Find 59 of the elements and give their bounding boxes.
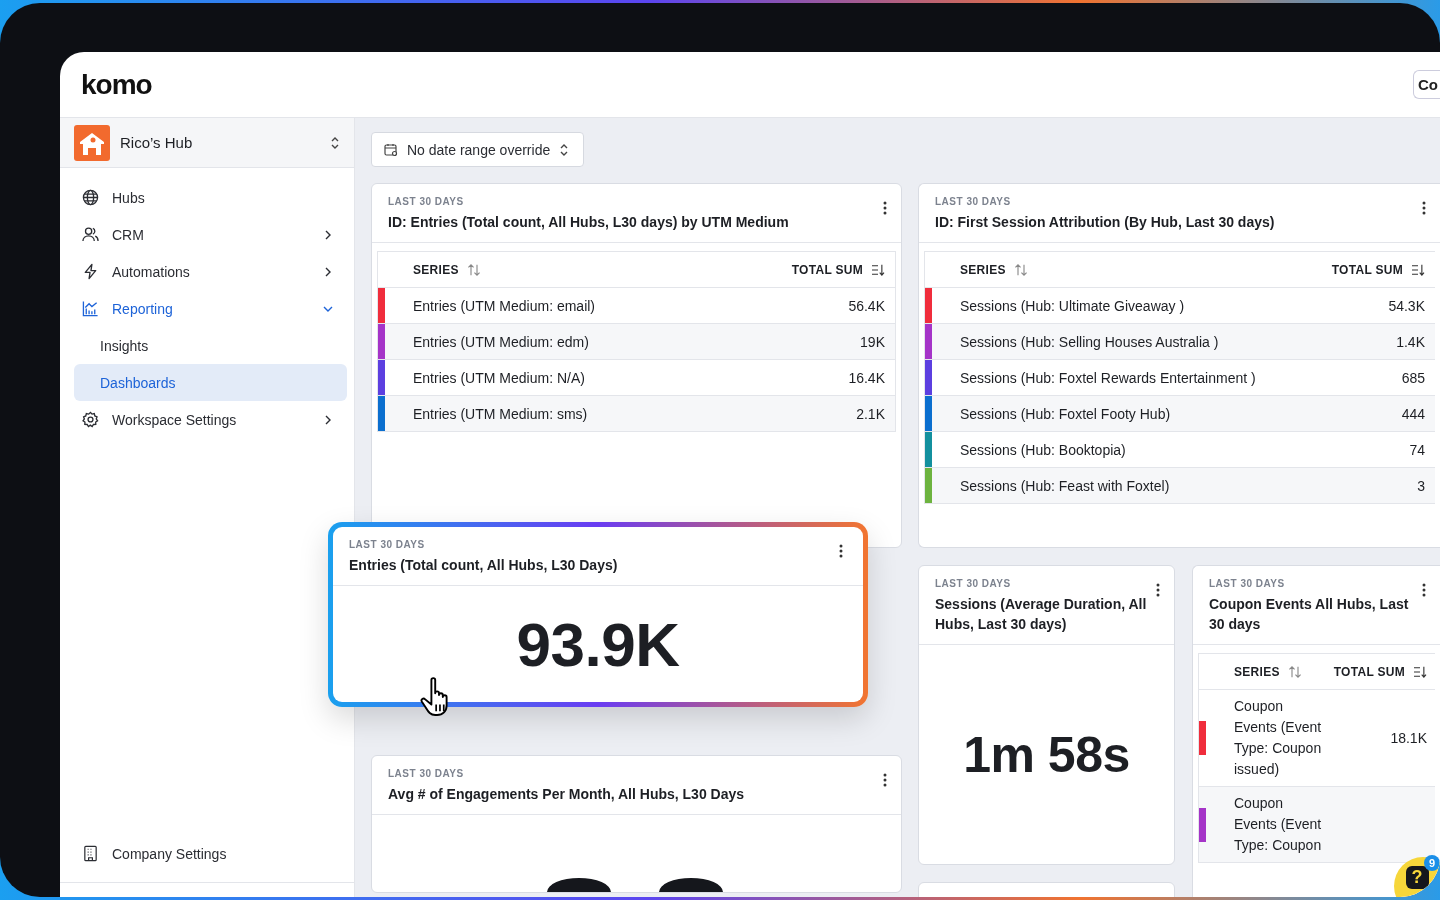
header-button[interactable]: Co: [1413, 70, 1440, 99]
nav-item[interactable]: Company Settings: [60, 835, 247, 872]
total-cell: 18.1K: [1390, 730, 1427, 746]
nav-item[interactable]: Automations: [60, 253, 354, 290]
logo[interactable]: komo: [81, 68, 152, 101]
total-cell: 54.3K: [1388, 297, 1425, 314]
total-cell: 56.4K: [848, 297, 885, 314]
card-title: Sessions (Average Duration, All Hubs, Last 30 days): [935, 595, 1148, 634]
metric-value: 93.9K: [516, 608, 680, 680]
series-cell: Sessions (Hub: Selling Houses Australia ): [960, 333, 1219, 350]
column-header[interactable]: TOTAL SUM: [791, 262, 863, 277]
total-cell: 19K: [860, 333, 885, 350]
nav-item[interactable]: Reporting: [60, 290, 354, 327]
total-cell: 444: [1401, 405, 1425, 422]
notification-badge: 9: [1424, 855, 1440, 871]
period-label: LAST 30 DAYS: [935, 196, 1012, 207]
column-header[interactable]: SERIES: [1234, 664, 1280, 679]
report-card[interactable]: LAST 30 DAYS Sessions (Average Duration, All Hubs, Last 30 days) 1m 58s: [918, 565, 1175, 865]
column-header[interactable]: TOTAL SUM: [1331, 262, 1403, 277]
series-cell: Sessions (Hub: Booktopia): [960, 441, 1126, 458]
card-title: ID: Entries (Total count, All Hubs, L30 days) by UTM Medium: [388, 213, 789, 232]
column-header[interactable]: SERIES: [960, 262, 1006, 277]
total-cell: 685: [1401, 369, 1425, 386]
series-cell: Sessions (Hub: Foxtel Rewards Entertainment ): [960, 369, 1256, 386]
dragged-report-card[interactable]: LAST 30 DAYS Entries (Total count, All Hubs, L30 Days) 93.9K: [328, 522, 868, 707]
nav-subitem[interactable]: Insights: [74, 327, 347, 364]
column-header[interactable]: SERIES: [413, 262, 459, 277]
series-cell-text: Coupon Events (Event Type: Coupon issued): [1234, 697, 1323, 779]
series-cell: Sessions (Hub: Feast with Foxtel): [960, 477, 1170, 494]
column-header[interactable]: TOTAL SUM: [1333, 664, 1405, 679]
report-card[interactable]: LAST 30 DAYS Avg # of Engagements Per Month, All Hubs, L30 Days: [371, 755, 902, 893]
total-cell: 3: [1417, 477, 1425, 494]
card-title: Entries (Total count, All Hubs, L30 Days): [349, 556, 618, 575]
total-cell: 16.4K: [848, 369, 885, 386]
total-cell: 74: [1409, 441, 1425, 458]
series-cell: Entries (UTM Medium: email): [413, 297, 596, 314]
series-cell: Entries (UTM Medium: N/A): [413, 369, 585, 386]
total-cell: 1.4K: [1396, 333, 1425, 350]
series-cell-text: Coupon Events (Event Type: Coupon: [1234, 794, 1323, 855]
period-label: LAST 30 DAYS: [349, 539, 426, 550]
period-label: LAST 30 DAYS: [388, 196, 465, 207]
period-label: LAST 30 DAYS: [935, 578, 1012, 589]
card-title: Avg # of Engagements Per Month, All Hubs, L30 Days: [388, 785, 745, 804]
series-cell: Sessions (Hub: Foxtel Footy Hub): [960, 405, 1171, 422]
nav-subitem[interactable]: Dashboards: [74, 364, 347, 401]
series-cell: Entries (UTM Medium: edm): [413, 333, 589, 350]
card-title: ID: First Session Attribution (By Hub, Last 30 days): [935, 213, 1275, 232]
date-range-dropdown[interactable]: No date range override: [371, 132, 585, 167]
nav-item[interactable]: Hubs: [60, 179, 354, 216]
period-label: LAST 30 DAYS: [388, 768, 465, 779]
series-cell: Entries (UTM Medium: sms): [413, 405, 588, 422]
series-cell: Sessions (Hub: Ultimate Giveaway ): [960, 297, 1185, 314]
nav-item[interactable]: Workspace Settings: [60, 401, 354, 438]
period-label: LAST 30 DAYS: [1209, 578, 1286, 589]
total-cell: 2.1K: [856, 405, 885, 422]
metric-value: 1m 58s: [963, 725, 1130, 784]
card-title: Coupon Events All Hubs, Last 30 days: [1209, 595, 1410, 634]
nav-item[interactable]: CRM: [60, 216, 354, 253]
workspace-switcher[interactable]: Rico’s Hub: [60, 118, 354, 168]
